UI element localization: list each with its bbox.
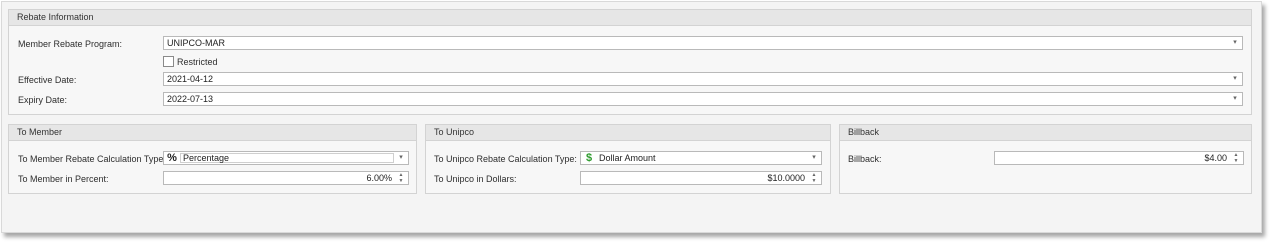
billback-header: Billback	[840, 125, 1251, 141]
to-member-percent-input[interactable]: 6.00% ▲ ▼	[163, 171, 409, 185]
to-unipco-group: To Unipco To Unipco Rebate Calculation T…	[425, 124, 831, 194]
percent-icon: %	[167, 152, 177, 164]
chevron-down-icon[interactable]: ▾	[396, 152, 406, 164]
to-unipco-header: To Unipco	[426, 125, 830, 141]
restricted-label: Restricted	[177, 57, 218, 67]
spin-buttons[interactable]: ▲ ▼	[396, 172, 406, 184]
to-unipco-calc-type-dropdown[interactable]: $ Dollar Amount ▾	[580, 151, 822, 165]
chevron-down-icon[interactable]: ▾	[1230, 37, 1240, 49]
to-unipco-calc-type-value: Dollar Amount	[599, 153, 656, 163]
member-rebate-program-dropdown[interactable]: UNIPCO-MAR ▾	[163, 36, 1243, 50]
to-unipco-dollars-input[interactable]: $10.0000 ▲ ▼	[580, 171, 822, 185]
member-rebate-program-label: Member Rebate Program:	[18, 39, 123, 49]
rebate-information-group: Rebate Information Member Rebate Program…	[8, 9, 1252, 115]
to-member-calc-type-value: Percentage	[180, 153, 394, 163]
spin-down-icon[interactable]: ▼	[809, 178, 819, 184]
expiry-date-label: Expiry Date:	[18, 95, 68, 105]
billback-input[interactable]: $4.00 ▲ ▼	[994, 151, 1244, 165]
spin-down-icon[interactable]: ▼	[396, 178, 406, 184]
chevron-down-icon[interactable]: ▾	[1230, 73, 1240, 85]
spin-buttons[interactable]: ▲ ▼	[809, 172, 819, 184]
to-unipco-calc-type-label: To Unipco Rebate Calculation Type:	[434, 154, 577, 164]
to-member-calc-type-dropdown[interactable]: % Percentage ▾	[163, 151, 409, 165]
restricted-checkbox[interactable]	[163, 56, 174, 67]
rebate-information-header: Rebate Information	[9, 10, 1251, 26]
chevron-down-icon[interactable]: ▾	[1230, 93, 1240, 105]
effective-date-label: Effective Date:	[18, 75, 77, 85]
to-member-calc-type-label: To Member Rebate Calculation Type:	[18, 154, 166, 164]
effective-date-value: 2021-04-12	[167, 74, 214, 84]
expiry-date-picker[interactable]: 2022-07-13 ▾	[163, 92, 1243, 106]
effective-date-picker[interactable]: 2021-04-12 ▾	[163, 72, 1243, 86]
member-rebate-program-value: UNIPCO-MAR	[167, 38, 225, 48]
spin-buttons[interactable]: ▲ ▼	[1231, 152, 1241, 164]
to-member-group: To Member To Member Rebate Calculation T…	[8, 124, 417, 194]
billback-label: Billback:	[848, 154, 882, 164]
to-unipco-dollars-label: To Unipco in Dollars:	[434, 174, 517, 184]
to-member-percent-value: 6.00%	[366, 173, 392, 183]
billback-value: $4.00	[1204, 153, 1227, 163]
rebate-form-panel: Rebate Information Member Rebate Program…	[1, 1, 1262, 233]
chevron-down-icon[interactable]: ▾	[809, 152, 819, 164]
to-member-header: To Member	[9, 125, 416, 141]
to-unipco-dollars-value: $10.0000	[767, 173, 805, 183]
billback-group: Billback Billback: $4.00 ▲ ▼	[839, 124, 1252, 194]
dollar-icon: $	[585, 152, 593, 164]
expiry-date-value: 2022-07-13	[167, 94, 214, 104]
spin-down-icon[interactable]: ▼	[1231, 158, 1241, 164]
to-member-percent-label: To Member in Percent:	[18, 174, 109, 184]
